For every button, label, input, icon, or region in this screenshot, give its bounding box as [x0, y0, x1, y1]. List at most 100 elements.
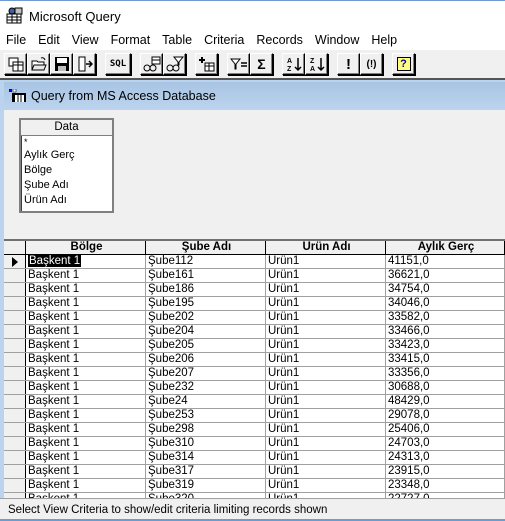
cell-bolge[interactable]: Başkent 1: [26, 325, 146, 338]
sql-button[interactable]: SQL: [105, 53, 131, 75]
cell-urun-adi[interactable]: Ürün1: [266, 311, 386, 324]
cell-sube-adi[interactable]: Şube161: [146, 269, 266, 282]
cell-bolge[interactable]: Başkent 1: [26, 311, 146, 324]
query-now-button[interactable]: !: [337, 53, 360, 75]
cell-sube-adi[interactable]: Şube202: [146, 311, 266, 324]
cell-sube-adi[interactable]: Şube317: [146, 465, 266, 478]
cell-bolge[interactable]: Başkent 1: [26, 395, 146, 408]
menu-criteria[interactable]: Criteria: [198, 31, 250, 50]
row-selector[interactable]: [4, 423, 26, 436]
save-button[interactable]: [50, 53, 73, 75]
cell-bolge[interactable]: Başkent 1: [26, 381, 146, 394]
new-query-button[interactable]: [4, 53, 27, 75]
row-selector[interactable]: [4, 311, 26, 324]
table-row[interactable]: Başkent 1 Şube186 Ürün1 34754,0: [4, 283, 505, 297]
cell-sube-adi[interactable]: Şube195: [146, 297, 266, 310]
cell-bolge[interactable]: Başkent 1: [26, 423, 146, 436]
cell-sube-adi[interactable]: Şube232: [146, 381, 266, 394]
menu-file[interactable]: File: [0, 31, 32, 50]
row-selector[interactable]: [4, 479, 26, 492]
menu-edit[interactable]: Edit: [32, 31, 66, 50]
cell-aylik-gerc[interactable]: 34046,0: [386, 297, 505, 310]
row-selector[interactable]: [4, 325, 26, 338]
cell-sube-adi[interactable]: Şube24: [146, 395, 266, 408]
cell-bolge[interactable]: Başkent 1: [26, 479, 146, 492]
cell-sube-adi[interactable]: Şube205: [146, 339, 266, 352]
field-bolge[interactable]: Bölge: [21, 163, 112, 178]
help-button[interactable]: ?: [392, 53, 415, 75]
add-tables-button[interactable]: [195, 53, 218, 75]
cell-bolge[interactable]: Başkent 1: [26, 339, 146, 352]
cell-sube-adi[interactable]: Şube204: [146, 325, 266, 338]
table-row[interactable]: Başkent 1 Şube253 Ürün1 29078,0: [4, 409, 505, 423]
field-urun-adi[interactable]: Ürün Adı: [21, 193, 112, 208]
cell-urun-adi[interactable]: Ürün1: [266, 381, 386, 394]
cell-sube-adi[interactable]: Şube206: [146, 353, 266, 366]
cell-urun-adi[interactable]: Ürün1: [266, 479, 386, 492]
row-selector[interactable]: [4, 269, 26, 282]
row-selector[interactable]: [4, 381, 26, 394]
table-row[interactable]: Başkent 1 Şube112 Ürün1 41151,0: [4, 255, 505, 269]
cell-sube-adi[interactable]: Şube207: [146, 367, 266, 380]
field-sube-adi[interactable]: Şube Adı: [21, 178, 112, 193]
cell-bolge[interactable]: Başkent 1: [26, 353, 146, 366]
table-row[interactable]: Başkent 1 Şube205 Ürün1 33423,0: [4, 339, 505, 353]
cell-sube-adi[interactable]: Şube314: [146, 451, 266, 464]
cell-bolge[interactable]: Başkent 1: [26, 269, 146, 282]
cell-sube-adi[interactable]: Şube253: [146, 409, 266, 422]
cell-aylik-gerc[interactable]: 30688,0: [386, 381, 505, 394]
cell-bolge[interactable]: Başkent 1: [26, 465, 146, 478]
cell-aylik-gerc[interactable]: 33466,0: [386, 325, 505, 338]
cell-aylik-gerc[interactable]: 33415,0: [386, 353, 505, 366]
cell-sube-adi[interactable]: Şube112: [146, 255, 266, 268]
cell-aylik-gerc[interactable]: 48429,0: [386, 395, 505, 408]
row-selector[interactable]: [4, 367, 26, 380]
menu-view[interactable]: View: [66, 31, 105, 50]
cell-aylik-gerc[interactable]: 23915,0: [386, 465, 505, 478]
cell-sube-adi[interactable]: Şube310: [146, 437, 266, 450]
column-header-sube-adi[interactable]: Şube Adı: [146, 241, 266, 254]
cell-aylik-gerc[interactable]: 29078,0: [386, 409, 505, 422]
table-row[interactable]: Başkent 1 Şube204 Ürün1 33466,0: [4, 325, 505, 339]
column-header-bolge[interactable]: Bölge: [26, 241, 146, 254]
row-selector[interactable]: [4, 409, 26, 422]
cell-aylik-gerc[interactable]: 33423,0: [386, 339, 505, 352]
cell-urun-adi[interactable]: Ürün1: [266, 297, 386, 310]
cell-urun-adi[interactable]: Ürün1: [266, 283, 386, 296]
sort-descending-button[interactable]: Z A: [305, 53, 328, 75]
cell-aylik-gerc[interactable]: 34754,0: [386, 283, 505, 296]
cell-urun-adi[interactable]: Ürün1: [266, 339, 386, 352]
cell-urun-adi[interactable]: Ürün1: [266, 465, 386, 478]
table-row[interactable]: Başkent 1 Şube314 Ürün1 24313,0: [4, 451, 505, 465]
field-all[interactable]: *: [21, 136, 112, 148]
cell-aylik-gerc[interactable]: 24703,0: [386, 437, 505, 450]
sort-ascending-button[interactable]: A Z: [282, 53, 305, 75]
cell-bolge[interactable]: Başkent 1: [26, 297, 146, 310]
table-name[interactable]: Data: [21, 120, 112, 136]
row-selector[interactable]: [4, 451, 26, 464]
auto-query-button[interactable]: (!): [360, 53, 383, 75]
cell-urun-adi[interactable]: Ürün1: [266, 437, 386, 450]
table-row[interactable]: Başkent 1 Şube206 Ürün1 33415,0: [4, 353, 505, 367]
query-window-title-bar[interactable]: Query from MS Access Database: [4, 82, 505, 110]
show-criteria-button[interactable]: [163, 53, 186, 75]
menu-window[interactable]: Window: [309, 31, 365, 50]
cell-bolge[interactable]: Başkent 1: [26, 283, 146, 296]
select-all-corner[interactable]: [4, 241, 26, 254]
cell-urun-adi[interactable]: Ürün1: [266, 367, 386, 380]
table-row[interactable]: Başkent 1 Şube207 Ürün1 33356,0: [4, 367, 505, 381]
cell-urun-adi[interactable]: Ürün1: [266, 269, 386, 282]
table-row[interactable]: Başkent 1 Şube319 Ürün1 23348,0: [4, 479, 505, 493]
menu-records[interactable]: Records: [250, 31, 309, 50]
table-row[interactable]: Başkent 1 Şube161 Ürün1 36621,0: [4, 269, 505, 283]
cell-aylik-gerc[interactable]: 33356,0: [386, 367, 505, 380]
cell-aylik-gerc[interactable]: 23348,0: [386, 479, 505, 492]
table-row[interactable]: Başkent 1 Şube232 Ürün1 30688,0: [4, 381, 505, 395]
cell-urun-adi[interactable]: Ürün1: [266, 325, 386, 338]
cell-aylik-gerc[interactable]: 24313,0: [386, 451, 505, 464]
cell-aylik-gerc[interactable]: 41151,0: [386, 255, 505, 268]
row-selector[interactable]: [4, 339, 26, 352]
cell-urun-adi[interactable]: Ürün1: [266, 353, 386, 366]
cell-aylik-gerc[interactable]: 36621,0: [386, 269, 505, 282]
column-header-aylik-gerc[interactable]: Aylık Gerç: [386, 241, 505, 254]
